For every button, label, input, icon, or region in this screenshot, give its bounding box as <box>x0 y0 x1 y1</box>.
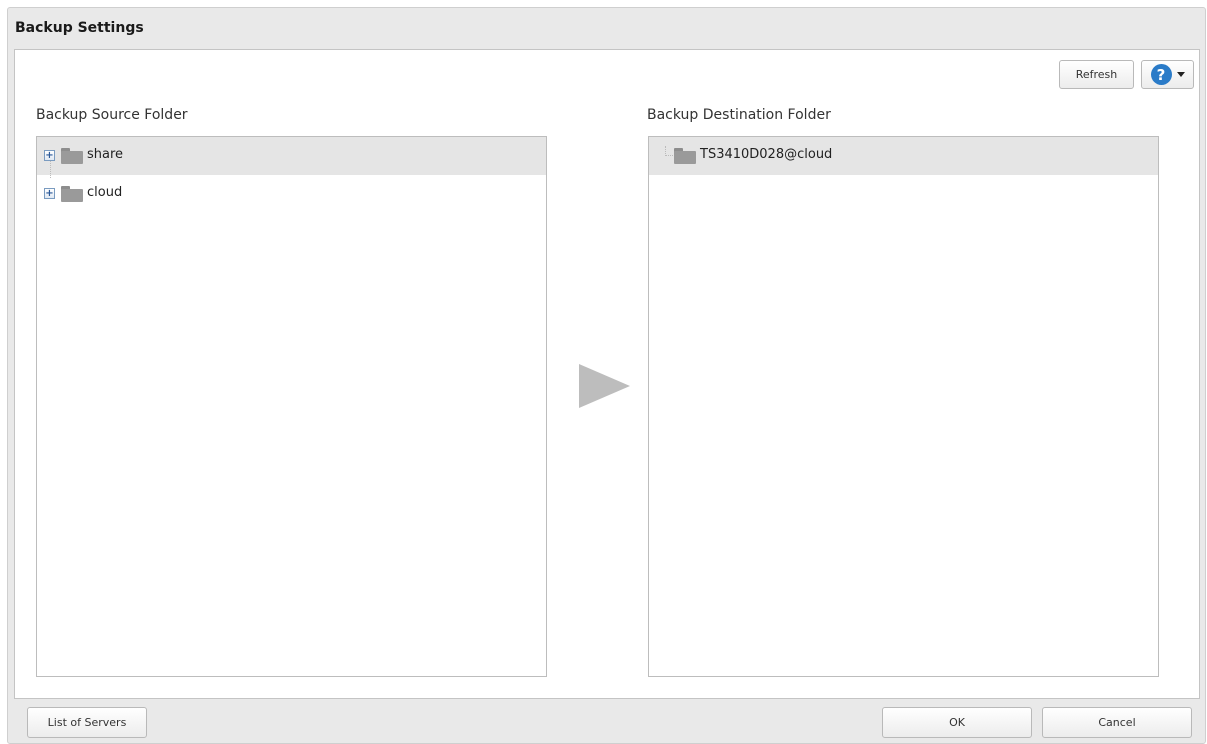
tree-item-destination[interactable]: TS3410D028@cloud <box>649 137 1158 175</box>
refresh-button[interactable]: Refresh <box>1059 60 1134 89</box>
help-icon: ? <box>1150 64 1172 85</box>
dialog-title: Backup Settings <box>15 20 144 36</box>
arrow-right-icon <box>579 364 630 408</box>
folder-icon <box>61 148 83 164</box>
folder-icon <box>674 148 696 164</box>
expand-icon[interactable]: + <box>44 150 55 161</box>
expand-icon[interactable]: + <box>44 188 55 199</box>
destination-folder-label: Backup Destination Folder <box>647 107 831 123</box>
chevron-down-icon <box>1176 72 1185 77</box>
destination-folder-tree[interactable]: TS3410D028@cloud <box>648 136 1159 677</box>
source-folder-tree[interactable]: + share + cloud <box>36 136 547 677</box>
source-folder-label: Backup Source Folder <box>36 107 188 123</box>
folder-icon <box>61 186 83 202</box>
ok-button[interactable]: OK <box>882 707 1032 738</box>
tree-item-label: share <box>87 147 124 162</box>
tree-item-cloud[interactable]: + cloud <box>37 175 546 213</box>
help-menu-button[interactable]: ? <box>1141 60 1194 89</box>
cancel-button[interactable]: Cancel <box>1042 707 1192 738</box>
tree-item-label: cloud <box>87 185 123 200</box>
tree-connector <box>665 146 673 156</box>
list-of-servers-button[interactable]: List of Servers <box>27 707 147 738</box>
backup-settings-dialog: Backup Settings Refresh ? Backup Source … <box>7 7 1206 744</box>
tree-item-share[interactable]: + share <box>37 137 546 178</box>
main-panel: Refresh ? Backup Source Folder Backup De… <box>14 49 1200 699</box>
tree-item-label: TS3410D028@cloud <box>700 147 833 162</box>
